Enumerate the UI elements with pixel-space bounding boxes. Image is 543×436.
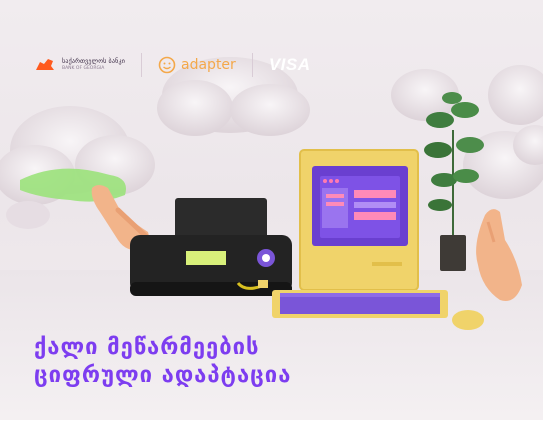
computer-icon [299, 149, 419, 291]
partner-logos: საქართველოს ბანკი BANK OF GEORGIA adapte… [34, 50, 311, 80]
headline-line-2: ციფრული ადაპტაცია [34, 363, 292, 388]
logo-divider [251, 53, 253, 77]
bank-of-georgia-logo: საქართველოს ბანკი BANK OF GEORGIA [34, 56, 125, 74]
bank-name: საქართველოს ბანკი [62, 57, 126, 65]
adapter-logo: adapter [158, 56, 236, 74]
adapter-wordmark: adapter [181, 57, 236, 73]
headline-line-1: ქალი მეწარმეების [34, 335, 260, 360]
cloud-small-left [6, 201, 50, 229]
bank-subtitle: BANK OF GEORGIA [62, 65, 105, 71]
headline: ქალი მეწარმეების ციფრული ადაპტაცია [34, 334, 504, 390]
logo-divider [141, 53, 143, 77]
cloud-right [463, 125, 543, 199]
mouse-icon [452, 310, 484, 330]
bottom-strip [0, 420, 543, 436]
smiley-icon [158, 56, 176, 74]
keyboard-icon [272, 290, 448, 318]
visa-logo: VISA [268, 55, 311, 74]
promo-banner: საქართველოს ბანკი BANK OF GEORGIA adapte… [0, 0, 543, 420]
horse-icon [36, 59, 54, 70]
